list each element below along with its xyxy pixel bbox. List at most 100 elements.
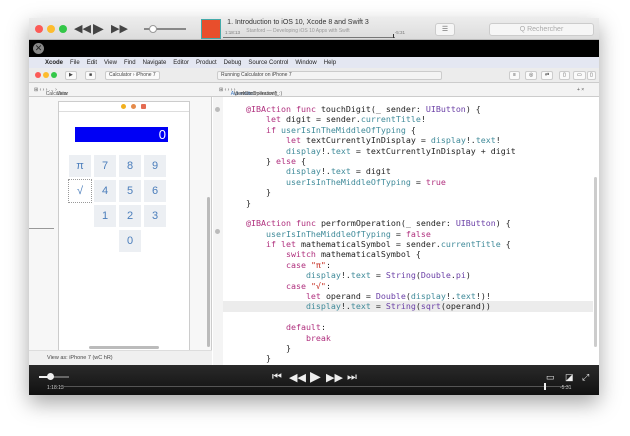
code-token: ) {	[495, 218, 511, 229]
source-code[interactable]: @IBAction func touchDigit(_ sender: UIBu…	[223, 104, 593, 374]
code-line[interactable]	[246, 312, 593, 322]
calc-key[interactable]: 0	[119, 230, 141, 252]
code-line[interactable]: display!.text = textCurrentlyInDisplay +…	[246, 146, 593, 156]
menu-window[interactable]: Window	[295, 60, 316, 66]
code-line[interactable]: }	[246, 198, 593, 208]
code-line[interactable]	[246, 208, 593, 218]
code-line[interactable]: let operand = Double(display!.text!)!	[246, 291, 593, 301]
canvas-vertical-scrollbar[interactable]	[207, 197, 210, 347]
code-line[interactable]: @IBAction func touchDigit(_ sender: UIBu…	[246, 104, 593, 114]
now-playing-display: 1. Introduction to iOS 10, Xcode 8 and S…	[201, 18, 405, 40]
code-token: text	[350, 270, 371, 281]
code-line[interactable]: if let mathematicalSymbol = sender.curre…	[246, 239, 593, 249]
menu-view[interactable]: View	[104, 60, 117, 66]
code-line[interactable]: userIsInTheMiddleOfTyping = true	[246, 177, 593, 187]
video-progress-bar[interactable]	[59, 383, 569, 390]
calc-key[interactable]: 9	[144, 155, 166, 177]
calc-key[interactable]: 8	[119, 155, 141, 177]
version-editor-icon[interactable]: ⇄	[541, 71, 554, 80]
close-video-icon[interactable]: ✕	[33, 43, 44, 54]
menu-file[interactable]: File	[70, 60, 80, 66]
ib-jump-bar[interactable]: ⊞ ‹ › Calculator › … › View	[34, 87, 68, 97]
utilities-toggle-icon[interactable]: ▯	[587, 71, 596, 80]
calc-key[interactable]: √	[68, 179, 92, 203]
code-line[interactable]: let textCurrentlyInDisplay = display!.te…	[246, 135, 593, 145]
code-line[interactable]: }	[246, 343, 593, 353]
calc-key[interactable]: π	[69, 155, 91, 177]
view-as-bar[interactable]: View as: iPhone 7 (wC hR)	[29, 350, 212, 365]
code-line[interactable]: default:	[246, 322, 593, 332]
close-button[interactable]	[35, 25, 43, 33]
code-line[interactable]: switch mathematicalSymbol {	[246, 249, 593, 259]
add-editor-icon[interactable]: + ×	[577, 87, 584, 93]
canvas-horizontal-scrollbar[interactable]	[89, 346, 159, 349]
assistant-editor-icon[interactable]: ◎	[525, 71, 538, 80]
navigator-toggle-icon[interactable]: ▯	[559, 71, 570, 80]
rewind-icon[interactable]: ◀◀	[289, 371, 306, 384]
picture-in-picture-icon[interactable]: ◪	[565, 372, 574, 383]
code-line[interactable]: }	[246, 353, 593, 363]
code-line[interactable]: userIsInTheMiddleOfTyping = false	[246, 229, 593, 239]
play-icon[interactable]: ▶	[310, 368, 321, 385]
xcode-close-button[interactable]	[35, 72, 41, 78]
editor-scrollbar[interactable]	[594, 177, 597, 347]
search-input[interactable]: Q Rechercher	[489, 23, 594, 36]
calc-key[interactable]: 7	[94, 155, 116, 177]
code-token: :	[320, 322, 326, 333]
code-line[interactable]: case "π":	[246, 260, 593, 270]
fast-forward-icon[interactable]: ▶▶	[326, 371, 343, 384]
outlet-connection-icon[interactable]	[215, 229, 220, 234]
code-token: case	[246, 280, 311, 291]
code-line[interactable]: display!.text = digit	[246, 166, 593, 176]
zoom-button[interactable]	[59, 25, 67, 33]
code-line[interactable]: display!.text = String(Double.pi)	[246, 270, 593, 280]
code-line[interactable]: }	[246, 187, 593, 197]
play-icon[interactable]: ▶	[93, 20, 104, 37]
track-progress[interactable]	[223, 34, 395, 38]
volume-slider[interactable]	[144, 25, 186, 33]
calculator-display[interactable]: 0	[75, 127, 168, 142]
calc-key[interactable]: 6	[144, 180, 166, 202]
code-line[interactable]: @IBAction func performOperation(_ sender…	[246, 218, 593, 228]
code-line[interactable]: display!.text = String(sqrt(operand))	[223, 301, 593, 312]
xcode-minimize-button[interactable]	[43, 72, 49, 78]
menu-xcode[interactable]: Xcode	[45, 60, 63, 66]
code-token: mathematicalSymbol = sender.	[300, 239, 441, 250]
xcode-zoom-button[interactable]	[51, 72, 57, 78]
run-icon[interactable]: ▶	[65, 71, 77, 80]
menu-product[interactable]: Product	[196, 60, 217, 66]
code-line[interactable]: if userIsInTheMiddleOfTyping {	[246, 125, 593, 135]
editor-jump-bar[interactable]: ⊞ ‹ › Automatic › ViewController.swift ›…	[219, 87, 282, 97]
outlet-connection-icon[interactable]	[215, 107, 220, 112]
video-volume-slider[interactable]	[39, 373, 69, 380]
scheme-selector[interactable]: Calculator › iPhone 7	[105, 71, 160, 80]
code-line[interactable]: } else {	[246, 156, 593, 166]
fast-forward-icon[interactable]: ▶▶	[111, 22, 128, 35]
calc-key[interactable]: 1	[94, 205, 116, 227]
fullscreen-icon[interactable]: ⤢	[582, 372, 589, 383]
code-line[interactable]: case "√":	[246, 281, 593, 291]
menu-editor[interactable]: Editor	[173, 60, 189, 66]
minimize-button[interactable]	[47, 25, 55, 33]
list-view-icon[interactable]: ☰	[435, 23, 455, 36]
menu-debug[interactable]: Debug	[224, 60, 242, 66]
standard-editor-icon[interactable]: ≡	[509, 71, 520, 80]
next-chapter-icon[interactable]: ⏭	[347, 371, 357, 384]
calc-key[interactable]: 5	[119, 180, 141, 202]
calc-key[interactable]: 2	[119, 205, 141, 227]
menu-navigate[interactable]: Navigate	[143, 60, 167, 66]
menu-find[interactable]: Find	[124, 60, 136, 66]
menu-edit[interactable]: Edit	[87, 60, 97, 66]
calc-key[interactable]: 4	[94, 180, 116, 202]
menu-help[interactable]: Help	[324, 60, 336, 66]
calc-key[interactable]: 3	[144, 205, 166, 227]
code-editor[interactable]: @IBAction func touchDigit(_ sender: UIBu…	[213, 97, 599, 374]
code-line[interactable]: break	[246, 333, 593, 343]
stop-icon[interactable]: ■	[85, 71, 97, 80]
subtitles-icon[interactable]: ▭	[546, 372, 555, 383]
menu-source-control[interactable]: Source Control	[248, 60, 288, 66]
debug-toggle-icon[interactable]: ▭	[573, 71, 586, 80]
code-line[interactable]: let digit = sender.currentTitle!	[246, 114, 593, 124]
previous-chapter-icon[interactable]: ⏮	[272, 371, 282, 384]
rewind-icon[interactable]: ◀◀	[74, 22, 91, 35]
